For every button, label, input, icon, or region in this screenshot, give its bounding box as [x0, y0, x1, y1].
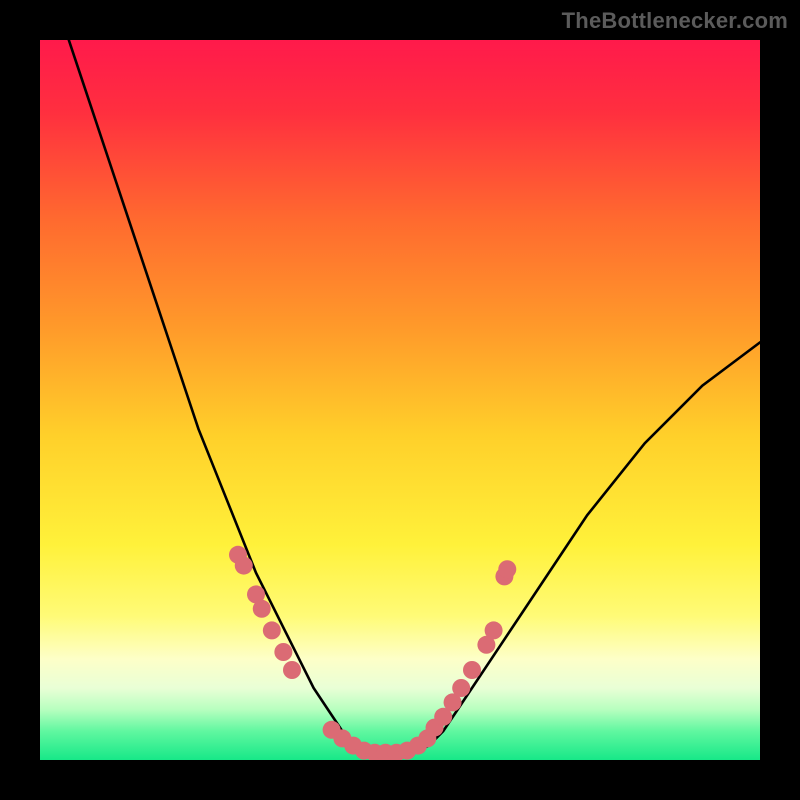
chart-frame: TheBottlenecker.com	[0, 0, 800, 800]
marker-highlight-dots-right	[485, 621, 503, 639]
chart-svg	[40, 40, 760, 760]
marker-highlight-dots-left	[253, 600, 271, 618]
curve-bottleneck-curve	[69, 40, 760, 756]
plot-area	[40, 40, 760, 760]
watermark-text: TheBottlenecker.com	[562, 8, 788, 34]
marker-highlight-dots-left	[274, 643, 292, 661]
marker-highlight-dots-right	[452, 679, 470, 697]
marker-highlight-dots-left	[263, 621, 281, 639]
marker-highlight-dots-left	[283, 661, 301, 679]
marker-highlight-dots-left	[235, 557, 253, 575]
marker-highlight-dots-right	[463, 661, 481, 679]
marker-highlight-dots-outlier	[498, 560, 516, 578]
